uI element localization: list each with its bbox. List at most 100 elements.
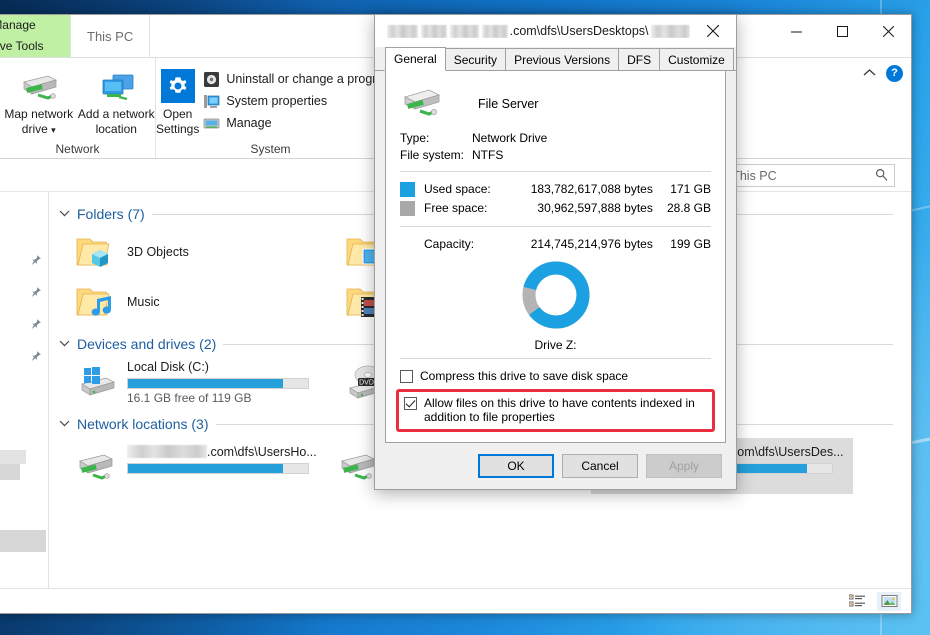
cancel-button[interactable]: Cancel — [562, 454, 638, 478]
group-title-network-locations: Network locations (3) — [77, 416, 209, 432]
list-item[interactable]: .com\dfs\UsersHo... — [67, 438, 329, 494]
list-item-body: .com\dfs\UsersHo... — [127, 444, 329, 476]
redacted-text — [387, 24, 418, 38]
field-type-key: Type: — [400, 130, 430, 145]
list-item[interactable]: 3D Objects — [67, 228, 337, 276]
list-item-name: Music — [127, 295, 160, 309]
redacted-text — [420, 24, 447, 38]
network-drive-icon — [400, 83, 446, 124]
dialog-title-text: .com\dfs\UsersDesktops\ — [509, 24, 649, 38]
dialog-title: .com\dfs\UsersDesktops\ — [387, 24, 690, 38]
tab-this-pc[interactable]: This PC — [70, 15, 151, 57]
folder-3d-objects-icon — [73, 230, 119, 274]
list-item[interactable]: Music — [67, 278, 337, 326]
capacity-bar-fill — [128, 378, 283, 388]
status-bar — [0, 588, 911, 613]
gear-icon — [160, 68, 195, 104]
nav-item-redacted — [0, 450, 26, 464]
close-button[interactable] — [865, 15, 911, 47]
network-drive-icon — [18, 68, 60, 104]
minimize-button[interactable] — [773, 15, 819, 47]
list-item-subtext: 16.1 GB free of 119 GB — [127, 390, 252, 405]
add-loc-line2: location — [95, 122, 137, 136]
free-space-label: Free space: — [424, 201, 488, 216]
list-item-body: Local Disk (C:) 16.1 GB free of 119 GB — [127, 359, 337, 406]
ribbon-group-network-label: Network — [55, 142, 100, 156]
contextual-tab-drive-tools[interactable]: Manage Drive Tools — [0, 15, 70, 57]
system-properties-icon — [203, 93, 220, 110]
field-file-system-value: NTFS — [472, 147, 504, 162]
chevron-down-icon[interactable]: ▾ — [51, 125, 56, 135]
pin-icon — [29, 286, 42, 304]
system-properties-button[interactable]: System properties — [203, 90, 393, 112]
search-icon[interactable] — [875, 168, 888, 184]
chevron-down-icon[interactable] — [59, 339, 70, 350]
contextual-tab-manage-label: Manage — [0, 17, 36, 32]
system-properties-label: System properties — [226, 94, 328, 108]
capacity-row: Capacity: 214,745,214,976 bytes 199 GB — [400, 234, 711, 253]
tab-previous-versions[interactable]: Previous Versions — [505, 48, 620, 70]
divider — [400, 358, 711, 360]
uninstall-program-icon — [203, 71, 220, 88]
ribbon-right-controls: ? — [863, 64, 903, 82]
navigation-pane[interactable] — [0, 192, 49, 588]
add-network-location-icon — [95, 68, 137, 104]
list-item-name-text: com\dfs\UsersDes... — [731, 445, 844, 459]
apply-button: Apply — [646, 454, 722, 478]
ribbon-group-network: Map network drive ▾ Add a network locati… — [0, 58, 156, 158]
open-settings-button[interactable]: Open Settings — [156, 64, 199, 137]
tab-customize[interactable]: Customize — [659, 48, 734, 70]
list-item[interactable]: Local Disk (C:) 16.1 GB free of 119 GB — [67, 358, 337, 406]
dialog-drive-header: File Server — [400, 83, 711, 124]
svg-text:DVD: DVD — [359, 379, 374, 386]
manage-computer-label: Manage — [226, 116, 272, 130]
index-contents-checkbox-row[interactable]: Allow files on this drive to have conten… — [404, 396, 706, 424]
uninstall-program-label: Uninstall or change a program — [226, 72, 394, 86]
chevron-down-icon[interactable] — [59, 209, 70, 220]
redacted-text — [650, 24, 690, 38]
details-view-button[interactable] — [845, 592, 869, 611]
manage-computer-icon — [203, 115, 220, 132]
nav-item-redacted — [0, 530, 46, 552]
network-drive-icon — [73, 444, 119, 488]
free-space-bytes: 30,962,597,888 bytes — [537, 201, 653, 216]
index-contents-checkbox[interactable] — [404, 397, 417, 411]
chevron-up-icon[interactable] — [863, 64, 876, 82]
help-button[interactable]: ? — [886, 64, 903, 82]
capacity-bar — [127, 463, 309, 474]
tab-general[interactable]: General — [385, 47, 446, 71]
tab-dfs[interactable]: DFS — [618, 48, 661, 70]
ok-button[interactable]: OK — [478, 454, 554, 478]
list-item-body: 3D Objects — [127, 244, 337, 260]
chevron-down-icon[interactable] — [59, 419, 70, 430]
maximize-button[interactable] — [819, 15, 865, 47]
map-drive-line2: drive — [21, 122, 48, 136]
map-network-drive-button[interactable]: Map network drive ▾ — [0, 64, 78, 138]
used-space-bytes: 183,782,617,088 bytes — [530, 182, 653, 197]
search-input[interactable]: h This PC — [715, 164, 895, 187]
used-space-row: Used space: 183,782,617,088 bytes 171 GB — [400, 180, 711, 199]
large-icons-view-button[interactable] — [877, 591, 901, 611]
used-space-label: Used space: — [424, 182, 491, 197]
disk-usage-donut-chart: Drive Z: — [400, 253, 711, 354]
ribbon-group-system-label: System — [250, 142, 291, 156]
uninstall-or-change-program-button[interactable]: Uninstall or change a program — [203, 68, 394, 90]
compress-drive-checkbox-row[interactable]: Compress this drive to save disk space — [400, 369, 711, 384]
redacted-text — [481, 24, 508, 38]
manage-computer-button[interactable]: Manage — [203, 112, 393, 134]
field-type-value: Network Drive — [472, 130, 548, 145]
tab-security[interactable]: Security — [444, 48, 507, 70]
compress-drive-checkbox[interactable] — [400, 370, 413, 384]
add-network-location-button[interactable]: Add a network location — [78, 64, 156, 137]
folder-music-icon — [73, 280, 119, 324]
dialog-button-row: OK Cancel Apply — [375, 443, 736, 489]
open-settings-line2: Settings — [156, 122, 200, 136]
capacity-bytes: 214,745,214,976 bytes — [530, 236, 653, 251]
field-file-system-key: File system: — [400, 147, 465, 162]
used-space-swatch — [400, 181, 415, 197]
dialog-close-button[interactable] — [690, 15, 736, 47]
capacity-bar-fill — [128, 464, 283, 473]
group-title-folders: Folders (7) — [77, 206, 145, 222]
capacity-bar — [127, 377, 309, 389]
ribbon-group-system: Open Settings Uninstall or change a prog… — [156, 58, 394, 158]
